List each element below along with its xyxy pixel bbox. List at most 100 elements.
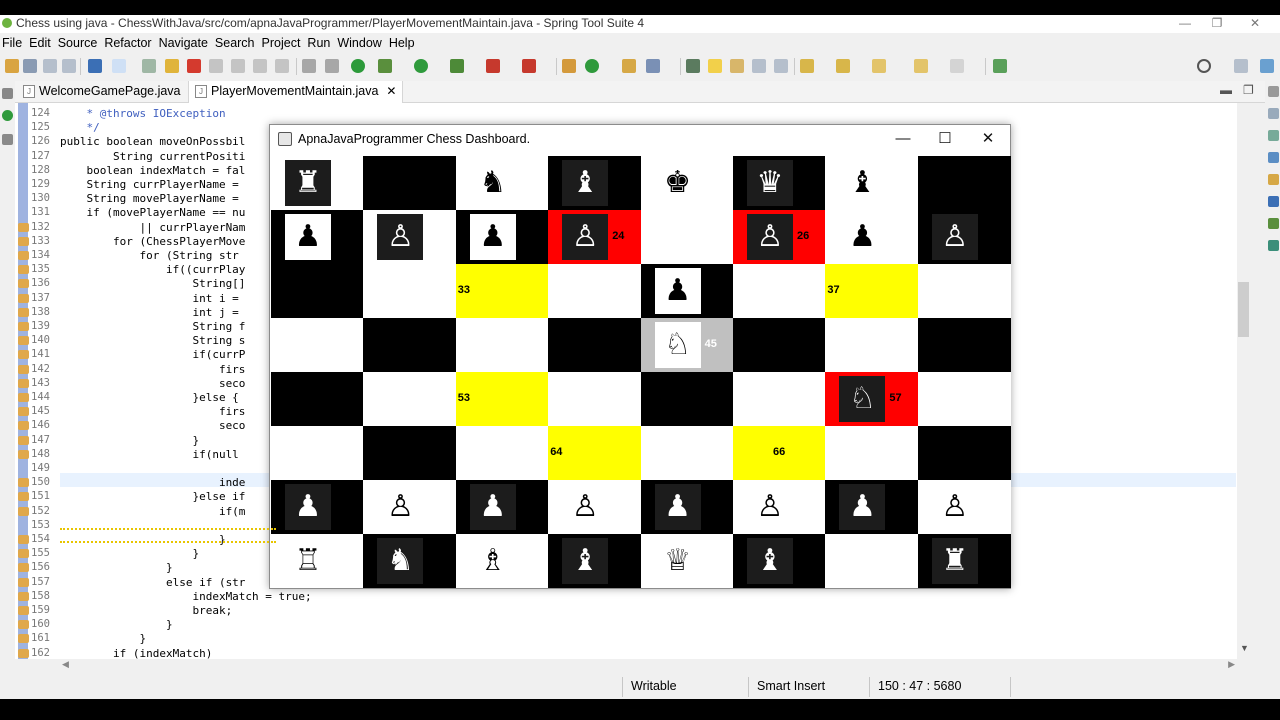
new-class-icon[interactable] (585, 59, 599, 73)
save-all-icon[interactable] (43, 59, 57, 73)
external-tools-icon[interactable] (522, 59, 536, 73)
toggle-mark-occurrences-icon[interactable] (708, 59, 722, 73)
board-square[interactable] (363, 318, 457, 372)
tab-player-movement-maintain[interactable]: J PlayerMovementMaintain.java ✕ (188, 81, 404, 103)
coverage-icon[interactable] (450, 59, 464, 73)
board-square[interactable] (825, 426, 919, 480)
board-square[interactable]: ♗ (455, 534, 550, 588)
declaration-icon[interactable] (1268, 196, 1279, 207)
status-insert-mode[interactable]: Smart Insert (757, 679, 825, 693)
board-square[interactable]: ♝ (548, 534, 642, 588)
chess-piece-icon[interactable]: ♟ (469, 484, 516, 530)
menu-run[interactable]: Run (305, 33, 335, 53)
console-view-icon[interactable] (1268, 218, 1279, 229)
debug-marker-icon[interactable] (18, 648, 29, 658)
board-square[interactable]: 53 (455, 372, 550, 426)
chess-piece-icon[interactable]: ♘ (654, 322, 701, 368)
restore-icon[interactable] (2, 88, 13, 99)
board-square[interactable]: ♟ (640, 264, 734, 318)
board-square[interactable]: ♟ (271, 480, 365, 534)
board-square[interactable] (733, 372, 827, 426)
board-square[interactable]: ♕ (640, 534, 734, 588)
board-square[interactable]: ♜ (917, 534, 1012, 588)
debug-marker-icon[interactable] (18, 236, 29, 246)
debug-marker-icon[interactable] (18, 336, 29, 346)
task-list-icon[interactable] (1268, 130, 1279, 141)
close-tab-icon[interactable]: ✕ (386, 81, 396, 102)
run-icon[interactable] (414, 59, 428, 73)
board-square[interactable] (271, 372, 365, 426)
board-square[interactable] (825, 318, 919, 372)
debug-marker-icon[interactable] (18, 620, 29, 630)
board-square[interactable]: ♞ (363, 534, 457, 588)
tab-welcome-game-page[interactable]: J WelcomeGamePage.java (17, 81, 187, 103)
menu-project[interactable]: Project (260, 33, 306, 53)
board-square[interactable] (640, 372, 734, 426)
horizontal-scrollbar[interactable]: ◀ ▶ (60, 659, 1237, 672)
board-square[interactable]: 37 (825, 264, 919, 318)
chess-piece-icon[interactable]: ♞ (470, 160, 516, 206)
chess-piece-icon[interactable]: ♝ (839, 160, 885, 206)
menu-search[interactable]: Search (213, 33, 260, 53)
maximize-editor-icon[interactable]: ❐ (1243, 83, 1254, 97)
board-square[interactable] (455, 318, 550, 372)
progress-icon[interactable] (1268, 240, 1279, 251)
debug-marker-icon[interactable] (18, 634, 29, 644)
chess-piece-icon[interactable]: ♟ (839, 484, 886, 530)
debug-marker-icon[interactable] (18, 307, 29, 317)
chess-minimize-button[interactable]: — (881, 125, 925, 153)
board-square[interactable]: ♟ (455, 210, 550, 264)
maximize-icon[interactable]: ❐ (1202, 15, 1232, 33)
drop-to-frame-icon[interactable] (302, 59, 316, 73)
board-square[interactable]: ♟ (271, 210, 365, 264)
board-square[interactable]: 66 (733, 426, 827, 480)
suspend-icon[interactable] (165, 59, 179, 73)
board-square[interactable] (640, 210, 734, 264)
board-square[interactable] (271, 318, 365, 372)
step-return-icon[interactable] (275, 59, 289, 73)
debug-marker-icon[interactable] (18, 407, 29, 417)
chess-piece-icon[interactable]: ♖ (285, 538, 331, 584)
minimize-icon[interactable]: — (1170, 15, 1200, 33)
chess-maximize-button[interactable]: ☐ (923, 125, 967, 153)
search-icon[interactable] (1197, 59, 1211, 73)
chess-piece-icon[interactable]: ♙ (377, 214, 424, 260)
board-square[interactable]: ♙ (548, 480, 642, 534)
open-perspective-icon[interactable] (1234, 59, 1248, 73)
chess-piece-icon[interactable]: ♙ (931, 214, 978, 260)
word-wrap-icon[interactable] (752, 59, 766, 73)
board-square[interactable] (363, 372, 457, 426)
board-square[interactable] (917, 264, 1012, 318)
board-square[interactable] (917, 426, 1012, 480)
board-square[interactable]: ♟ (825, 210, 919, 264)
minimize-editor-icon[interactable]: ▬ (1220, 83, 1232, 97)
debug-marker-icon[interactable] (18, 222, 29, 232)
problems-icon[interactable] (1268, 152, 1279, 163)
vertical-scrollbar-thumb[interactable] (1238, 282, 1249, 337)
chess-piece-icon[interactable]: ♜ (285, 160, 331, 206)
debug-marker-icon[interactable] (18, 435, 29, 445)
board-square[interactable]: ♚ (640, 156, 734, 210)
board-square[interactable]: ♙ (733, 480, 827, 534)
debug-marker-icon[interactable] (18, 421, 29, 431)
debug-marker-icon[interactable] (18, 478, 29, 488)
board-square[interactable]: ♜ (271, 156, 365, 210)
board-square[interactable] (548, 264, 642, 318)
chess-piece-icon[interactable]: ♙ (377, 484, 423, 530)
spring-boot-icon[interactable] (351, 59, 365, 73)
menu-refactor[interactable]: Refactor (102, 33, 156, 53)
debug-marker-icon[interactable] (18, 251, 29, 260)
console-icon[interactable] (88, 59, 102, 73)
debug-marker-icon[interactable] (18, 265, 29, 275)
chess-close-button[interactable]: ✕ (966, 125, 1010, 153)
step-over-icon[interactable] (253, 59, 267, 73)
board-square[interactable]: ♙ 24 (548, 210, 642, 264)
debug-marker-icon[interactable] (18, 563, 29, 573)
chess-piece-icon[interactable]: ♞ (377, 538, 424, 584)
debug-marker-icon[interactable] (18, 293, 29, 303)
chess-piece-icon[interactable]: ♙ (562, 484, 608, 530)
print-icon[interactable] (62, 59, 76, 73)
open-type-icon[interactable] (622, 59, 636, 73)
board-square[interactable]: ♟ (825, 480, 919, 534)
board-square[interactable] (917, 372, 1012, 426)
